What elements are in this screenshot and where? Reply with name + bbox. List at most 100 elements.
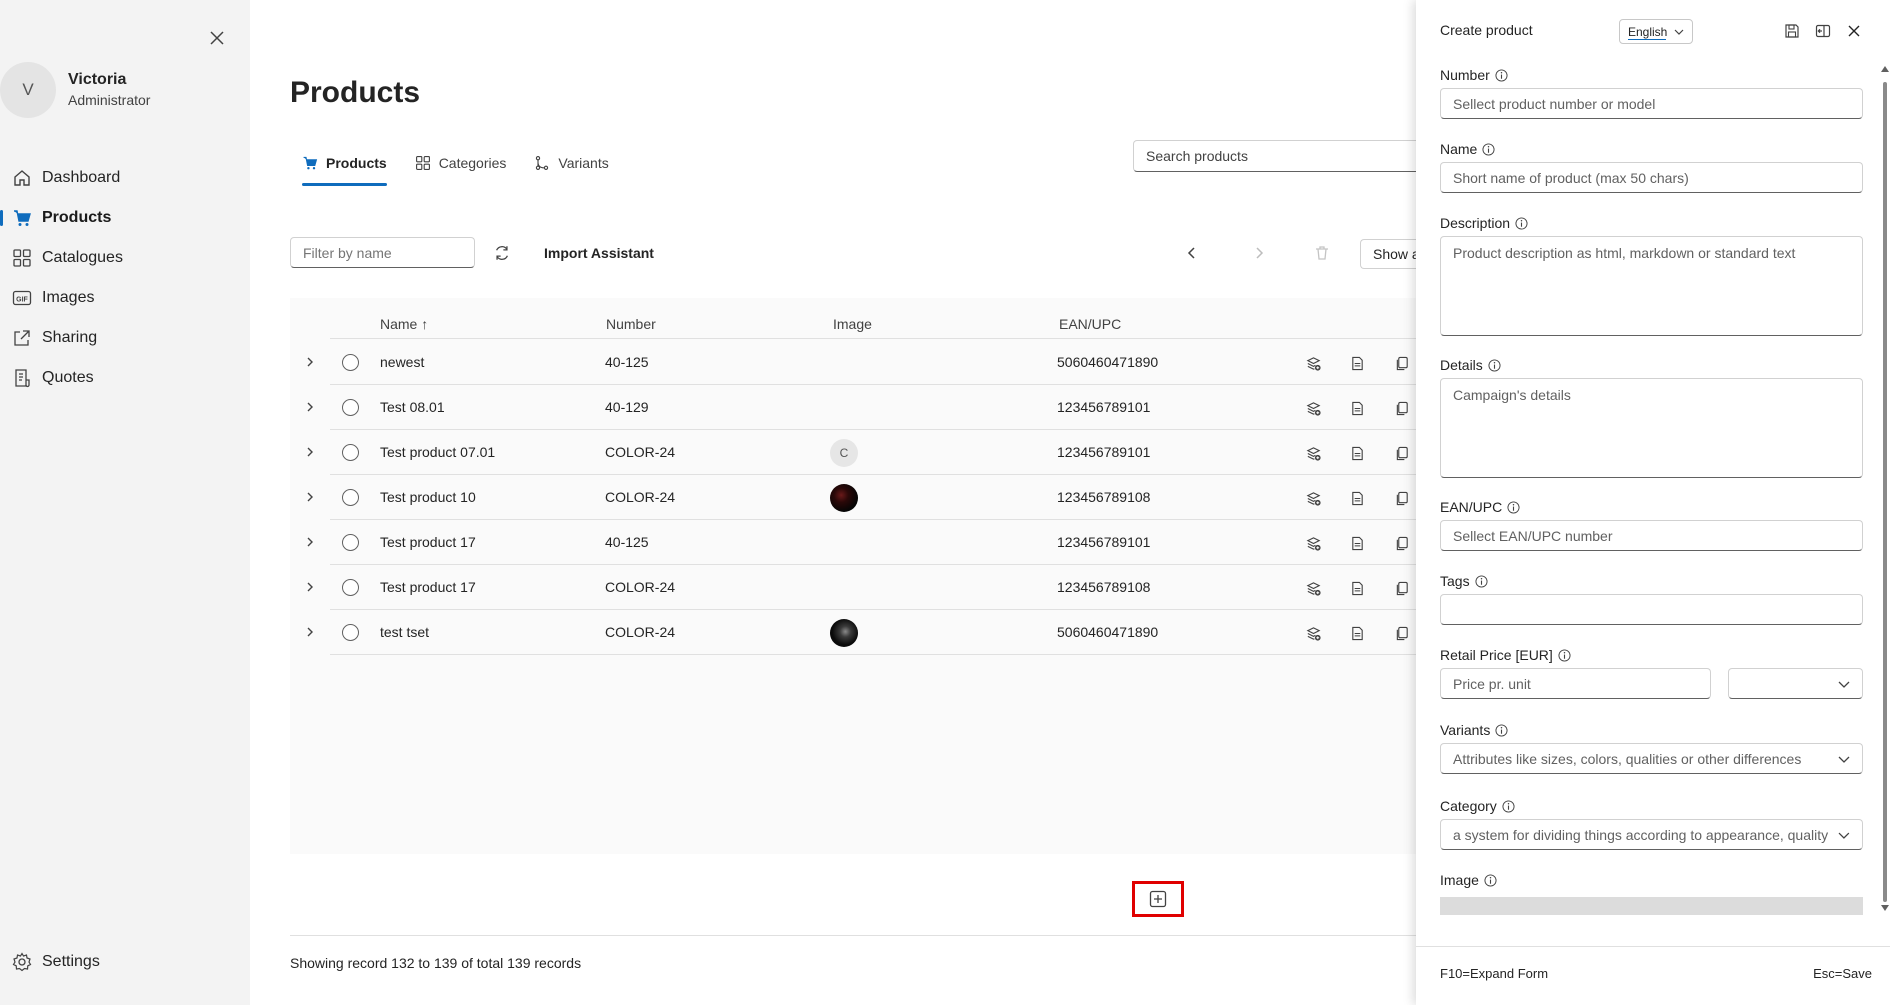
next-page-button[interactable] [1247,241,1271,265]
number-field[interactable]: Sellect product number or model [1440,88,1863,119]
table-row[interactable]: test tset COLOR-24 5060460471890 [290,610,1418,655]
tab-categories[interactable]: Categories [415,148,506,178]
info-icon[interactable] [1495,68,1508,82]
variants-select[interactable]: Attributes like sizes, colors, qualities… [1440,743,1863,774]
sidebar-item-catalogues[interactable]: Catalogues [0,238,250,278]
row-action-add-button[interactable] [1302,352,1324,374]
sidebar-item-images[interactable]: GIF Images [0,278,250,318]
table-row[interactable]: Test product 10 COLOR-24 123456789108 [290,475,1418,520]
close-sidebar-button[interactable] [205,26,229,50]
row-select-radio[interactable] [342,354,359,371]
table-row[interactable]: Test product 07.01 COLOR-24 C 1234567891… [290,430,1418,475]
row-action-print-button[interactable] [1346,577,1368,599]
row-select-radio[interactable] [342,579,359,596]
column-header-name[interactable]: Name ↑ [380,316,428,332]
row-select-radio[interactable] [342,624,359,641]
row-select-radio[interactable] [342,444,359,461]
column-header-ean[interactable]: EAN/UPC [1059,316,1121,332]
details-field[interactable]: Campaign's details [1440,378,1863,478]
add-square-icon [1149,890,1167,908]
info-icon[interactable] [1488,358,1501,372]
row-action-copy-button[interactable] [1391,352,1413,374]
avatar[interactable]: V [0,62,56,118]
sidebar-item-settings[interactable]: Settings [0,942,250,982]
expand-row-button[interactable] [300,622,320,642]
info-icon[interactable] [1482,142,1495,156]
info-icon[interactable] [1495,723,1508,737]
info-icon[interactable] [1507,500,1520,514]
row-action-print-button[interactable] [1346,622,1368,644]
expand-row-button[interactable] [300,532,320,552]
dock-panel-button[interactable] [1811,19,1835,43]
info-icon[interactable] [1475,574,1488,588]
table-row[interactable]: Test product 17 COLOR-24 123456789108 [290,565,1418,610]
search-input[interactable]: Search products [1133,140,1423,172]
row-action-copy-button[interactable] [1391,622,1413,644]
row-action-copy-button[interactable] [1391,532,1413,554]
row-action-add-button[interactable] [1302,532,1324,554]
tags-field[interactable] [1440,594,1863,625]
row-action-print-button[interactable] [1346,487,1368,509]
delete-button[interactable] [1310,241,1334,265]
row-action-print-button[interactable] [1346,532,1368,554]
row-select-radio[interactable] [342,489,359,506]
close-panel-button[interactable] [1842,19,1866,43]
expand-row-button[interactable] [300,352,320,372]
chevron-down-icon [1838,681,1850,688]
search-placeholder: Search products [1146,148,1248,164]
info-icon[interactable] [1558,648,1571,662]
name-field[interactable]: Short name of product (max 50 chars) [1440,162,1863,193]
previous-page-button[interactable] [1180,241,1204,265]
row-action-add-button[interactable] [1302,487,1324,509]
scrollbar-thumb[interactable] [1883,82,1887,902]
language-select[interactable]: English [1619,19,1693,44]
refresh-button[interactable] [490,241,514,265]
expand-row-button[interactable] [300,487,320,507]
scroll-down-arrow[interactable] [1881,905,1889,911]
row-action-add-button[interactable] [1302,577,1324,599]
import-assistant-button[interactable]: Import Assistant [544,245,654,261]
info-icon[interactable] [1484,873,1497,887]
product-thumbnail [830,484,858,512]
price-unit-select[interactable] [1728,668,1863,699]
row-select-radio[interactable] [342,534,359,551]
ean-field[interactable]: Sellect EAN/UPC number [1440,520,1863,551]
save-button[interactable] [1780,19,1804,43]
row-action-print-button[interactable] [1346,397,1368,419]
row-select-radio[interactable] [342,399,359,416]
image-upload-area[interactable] [1440,897,1863,915]
row-action-copy-button[interactable] [1391,397,1413,419]
tab-products[interactable]: Products [302,148,387,186]
row-action-print-button[interactable] [1346,352,1368,374]
row-action-add-button[interactable] [1302,622,1324,644]
column-header-number[interactable]: Number [606,316,656,332]
description-field[interactable]: Product description as html, markdown or… [1440,236,1863,336]
row-action-copy-button[interactable] [1391,487,1413,509]
table-row[interactable]: newest 40-125 5060460471890 [290,340,1418,385]
sidebar-item-dashboard[interactable]: Dashboard [0,158,250,198]
expand-row-button[interactable] [300,442,320,462]
row-action-add-button[interactable] [1302,442,1324,464]
table-row[interactable]: Test product 17 40-125 123456789101 [290,520,1418,565]
expand-row-button[interactable] [300,577,320,597]
column-header-image[interactable]: Image [833,316,872,332]
info-icon[interactable] [1515,216,1528,230]
row-action-copy-button[interactable] [1391,442,1413,464]
add-product-button[interactable] [1132,881,1184,917]
grid-icon [415,155,431,171]
sidebar-item-quotes[interactable]: Quotes [0,358,250,398]
scroll-up-arrow[interactable] [1881,66,1889,72]
sidebar-item-products[interactable]: Products [0,198,250,238]
row-action-add-button[interactable] [1302,397,1324,419]
expand-row-button[interactable] [300,397,320,417]
table-row[interactable]: Test 08.01 40-129 123456789101 [290,385,1418,430]
sidebar-item-sharing[interactable]: Sharing [0,318,250,358]
price-field[interactable]: Price pr. unit [1440,668,1711,699]
filter-by-name-input[interactable] [290,237,475,268]
cell-name: test tset [380,624,430,640]
info-icon[interactable] [1502,799,1515,813]
row-action-print-button[interactable] [1346,442,1368,464]
tab-variants[interactable]: Variants [534,148,609,178]
row-action-copy-button[interactable] [1391,577,1413,599]
category-select[interactable]: a system for dividing things according t… [1440,819,1863,850]
